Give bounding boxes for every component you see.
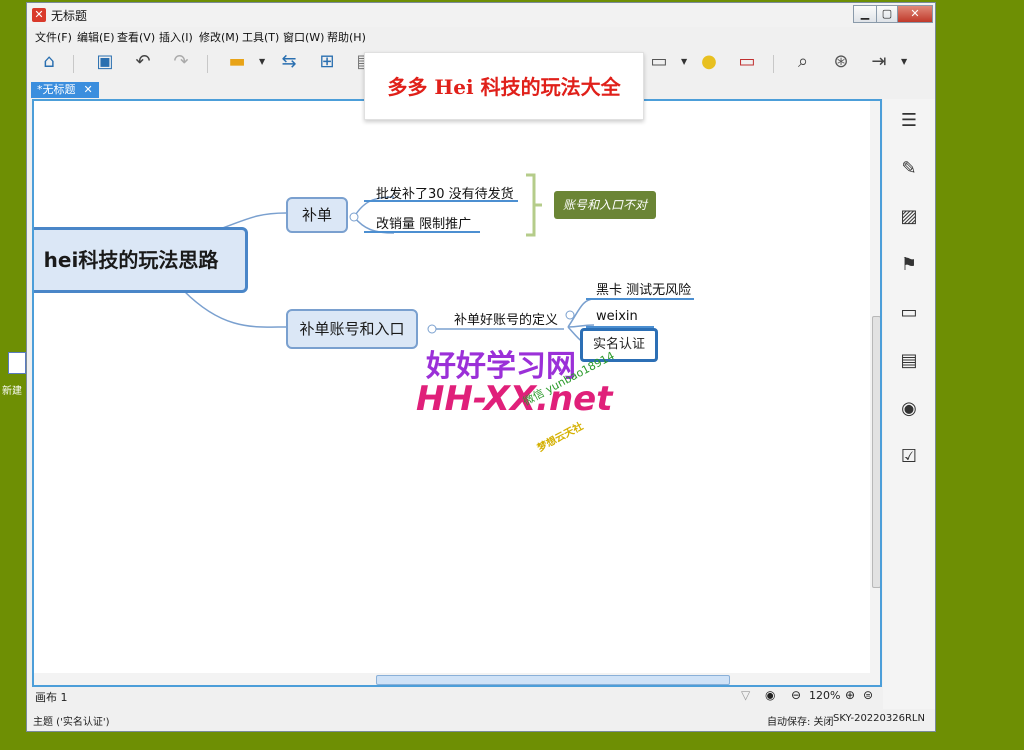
share-icon[interactable]: ⊛ xyxy=(829,50,853,74)
desktop-file-icon[interactable]: 新建 D xyxy=(2,352,33,412)
eye-icon[interactable]: ◉ xyxy=(765,688,775,702)
label-icon[interactable]: ▭ xyxy=(897,301,921,325)
marker-flag-icon[interactable]: ⚑ xyxy=(897,253,921,277)
topic-icon[interactable]: ▬ xyxy=(225,50,249,74)
central-topic[interactable]: hei科技的玩法思路 xyxy=(34,227,248,293)
menu-bar: 文件(F) 编辑(E) 查看(V) 插入(I) 修改(M) 工具(T) 窗口(W… xyxy=(27,27,935,45)
undo-icon[interactable]: ↶ xyxy=(131,50,155,74)
tab-label: *无标题 xyxy=(37,83,76,96)
structure-icon[interactable]: ⊞ xyxy=(315,50,339,74)
outline-icon[interactable]: ▭ xyxy=(735,50,759,74)
menu-edit[interactable]: 编辑(E) xyxy=(77,29,115,45)
menu-view[interactable]: 查看(V) xyxy=(117,29,155,45)
subtopic-gaixiaoliang[interactable]: 改销量 限制推广 xyxy=(376,213,471,232)
task-icon[interactable]: ☑ xyxy=(897,445,921,469)
banner-title: 多多 Hei 科技的玩法大全 xyxy=(387,75,621,99)
title-bar: ✕ 无标题 ▁ ▢ ✕ xyxy=(27,3,935,27)
fit-icon[interactable]: ⊜ xyxy=(863,688,873,702)
home-icon[interactable]: ⌂ xyxy=(37,50,61,74)
outline-panel-icon[interactable]: ☰ xyxy=(897,109,921,133)
maximize-button[interactable]: ▢ xyxy=(876,5,898,23)
menu-tools[interactable]: 工具(T) xyxy=(242,29,279,45)
save-icon[interactable]: ▣ xyxy=(93,50,117,74)
tab-close-icon[interactable]: ✕ xyxy=(84,83,93,96)
search-icon[interactable]: ⌕ xyxy=(791,50,815,74)
status-autosave[interactable]: 自动保存: 关闭 xyxy=(767,713,834,728)
xmind-app-icon: ✕ xyxy=(32,8,46,22)
window-title: 无标题 xyxy=(51,9,88,23)
sheet-tab[interactable]: 画布 1 xyxy=(35,689,68,705)
lightbulb-icon[interactable]: ● xyxy=(697,50,721,74)
title-banner: 多多 Hei 科技的玩法大全 xyxy=(364,52,644,120)
minimize-button[interactable]: ▁ xyxy=(853,5,877,23)
sheet-bar: 画布 1 ▽ ◉ ⊖ 120% ⊕ ⊜ xyxy=(27,687,883,705)
format-brush-icon[interactable]: ✎ xyxy=(897,157,921,181)
mindmap-canvas[interactable]: hei科技的玩法思路 补单 批发补了30 没有待发货 改销量 限制推广 账号和入… xyxy=(32,99,882,687)
subtopic-pifa[interactable]: 批发补了30 没有待发货 xyxy=(376,183,514,202)
menu-insert[interactable]: 插入(I) xyxy=(159,29,193,45)
presentation-icon[interactable]: ▭ xyxy=(647,50,671,74)
status-selection: 主题 ('实名认证') xyxy=(33,717,110,728)
status-bar: 主题 ('实名认证') 自动保存: 关闭 SKY-20220326RLN xyxy=(27,709,935,729)
toolbar-separator xyxy=(207,55,208,73)
toolbar-separator xyxy=(773,55,774,73)
zoom-level: 120% xyxy=(809,689,841,702)
topic-budan[interactable]: 补单 xyxy=(286,197,348,233)
toolbar-separator xyxy=(73,55,74,73)
chevron-down-icon[interactable]: ▼ xyxy=(259,57,265,66)
image-icon[interactable]: ▨ xyxy=(897,205,921,229)
horizontal-scroll-thumb[interactable] xyxy=(376,675,730,685)
notes-icon[interactable]: ▤ xyxy=(897,349,921,373)
right-side-panel: ☰ ✎ ▨ ⚑ ▭ ▤ ◉ ☑ xyxy=(883,99,935,711)
export-icon[interactable]: ⇥ xyxy=(867,50,891,74)
vertical-scroll-thumb[interactable] xyxy=(872,316,880,588)
close-button[interactable]: ✕ xyxy=(897,5,933,23)
menu-file[interactable]: 文件(F) xyxy=(35,29,72,45)
chevron-down-icon[interactable]: ▼ xyxy=(681,57,687,66)
filter-icon[interactable]: ▽ xyxy=(741,688,750,702)
summary-label[interactable]: 账号和入口不对 xyxy=(554,191,656,219)
redo-icon[interactable]: ↷ xyxy=(169,50,193,74)
word-doc-icon xyxy=(8,352,26,374)
menu-window[interactable]: 窗口(W) xyxy=(283,29,324,45)
comment-icon[interactable]: ◉ xyxy=(897,397,921,421)
subtopic-definition[interactable]: 补单好账号的定义 xyxy=(454,309,558,328)
subtopic-weixin[interactable]: weixin xyxy=(596,309,638,324)
watermark-url: HH-XX.net xyxy=(416,379,613,419)
status-machine: SKY-20220326RLN xyxy=(833,713,925,724)
chevron-down-icon[interactable]: ▼ xyxy=(901,57,907,66)
relationship-icon[interactable]: ⇆ xyxy=(277,50,301,74)
subtopic-heika[interactable]: 黑卡 测试无风险 xyxy=(596,279,691,298)
menu-help[interactable]: 帮助(H) xyxy=(327,29,366,45)
zoom-in-icon[interactable]: ⊕ xyxy=(845,688,855,702)
zoom-out-icon[interactable]: ⊖ xyxy=(791,688,801,702)
tab-untitled[interactable]: *无标题 ✕ xyxy=(31,82,99,98)
menu-modify[interactable]: 修改(M) xyxy=(199,29,239,45)
topic-account-entry[interactable]: 补单账号和入口 xyxy=(286,309,418,349)
